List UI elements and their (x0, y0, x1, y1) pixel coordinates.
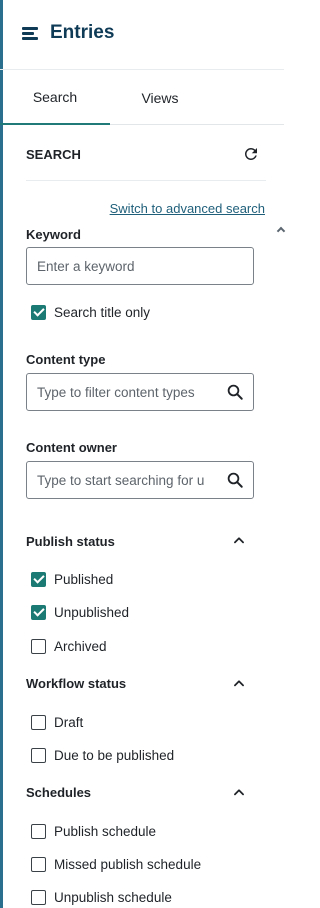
content-owner-input[interactable] (26, 461, 254, 499)
scrollbar[interactable] (276, 226, 286, 908)
chevron-up-icon[interactable] (232, 785, 246, 799)
filter-published-checkbox[interactable]: Published (31, 569, 113, 589)
panel-header: Entries (0, 0, 284, 70)
filter-unpublished-checkbox[interactable]: Unpublished (31, 602, 129, 622)
search-icon[interactable] (226, 471, 244, 489)
content-type-field (26, 373, 254, 411)
checkbox-label: Unpublish schedule (54, 889, 172, 905)
filter-due-to-be-published-checkbox[interactable]: Due to be published (31, 745, 174, 765)
filter-draft-checkbox[interactable]: Draft (31, 712, 83, 732)
checkbox-label: Missed publish schedule (54, 856, 202, 872)
checkbox-label: Due to be published (54, 747, 175, 763)
search-section-title: SEARCH (26, 147, 81, 162)
publish-status-heading: Publish status (26, 534, 115, 549)
switch-to-advanced-search-link[interactable]: Switch to advanced search (110, 201, 265, 216)
checkbox-box[interactable] (31, 889, 46, 905)
checkbox-label: Published (54, 571, 114, 587)
content-owner-label: Content owner (26, 440, 117, 455)
keyword-input[interactable] (26, 247, 254, 285)
content-type-input[interactable] (26, 373, 254, 411)
checkbox-box[interactable] (31, 714, 46, 730)
page-title: Entries (50, 22, 115, 43)
checkbox-label: Draft (54, 714, 84, 730)
checkbox-label: Search title only (54, 304, 151, 320)
checkbox-box[interactable] (31, 638, 46, 654)
checkbox-box[interactable] (31, 304, 46, 320)
chevron-up-icon[interactable] (232, 676, 246, 690)
tab-bar: Search Views (0, 70, 284, 125)
checkbox-box[interactable] (31, 604, 46, 620)
scroll-up-arrow-icon[interactable] (276, 226, 286, 236)
search-section-header: SEARCH (26, 145, 266, 181)
content-owner-field (26, 461, 254, 499)
refresh-icon[interactable] (242, 145, 260, 163)
content-type-label: Content type (26, 352, 106, 367)
checkbox-box[interactable] (31, 747, 46, 763)
schedules-heading: Schedules (26, 785, 92, 800)
workflow-status-heading: Workflow status (26, 676, 127, 691)
checkbox-label: Archived (54, 638, 107, 654)
checkbox-label: Unpublished (54, 604, 130, 620)
filter-unpublish-schedule-checkbox[interactable]: Unpublish schedule (31, 887, 172, 907)
panel-left-border (0, 0, 3, 908)
checkbox-label: Publish schedule (54, 823, 157, 839)
tab-views[interactable]: Views (110, 70, 210, 125)
filter-publish-schedule-checkbox[interactable]: Publish schedule (31, 821, 156, 841)
tab-search[interactable]: Search (0, 70, 110, 125)
chevron-up-icon[interactable] (232, 533, 246, 547)
filter-missed-publish-schedule-checkbox[interactable]: Missed publish schedule (31, 854, 201, 874)
keyword-label: Keyword (26, 227, 81, 242)
entries-panel: Entries Search Views SEARCH Switch to ad… (0, 0, 286, 908)
search-title-only-checkbox[interactable]: Search title only (31, 302, 150, 322)
checkbox-box[interactable] (31, 823, 46, 839)
filter-archived-checkbox[interactable]: Archived (31, 636, 107, 656)
hamburger-menu-icon[interactable] (22, 27, 38, 41)
search-icon[interactable] (226, 383, 244, 401)
checkbox-box[interactable] (31, 856, 46, 872)
checkbox-box[interactable] (31, 571, 46, 587)
